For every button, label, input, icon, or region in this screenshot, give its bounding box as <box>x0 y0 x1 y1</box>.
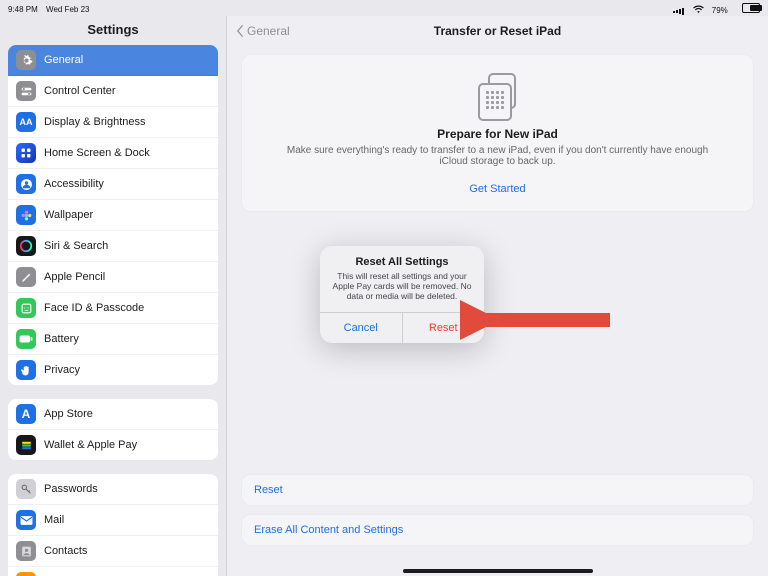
alert-body: This will reset all settings and your Ap… <box>332 271 472 302</box>
annotation-arrow <box>460 300 620 350</box>
alert-overlay: Reset All Settings This will reset all s… <box>0 0 768 576</box>
alert-title: Reset All Settings <box>332 256 472 268</box>
cancel-button[interactable]: Cancel <box>320 313 403 343</box>
